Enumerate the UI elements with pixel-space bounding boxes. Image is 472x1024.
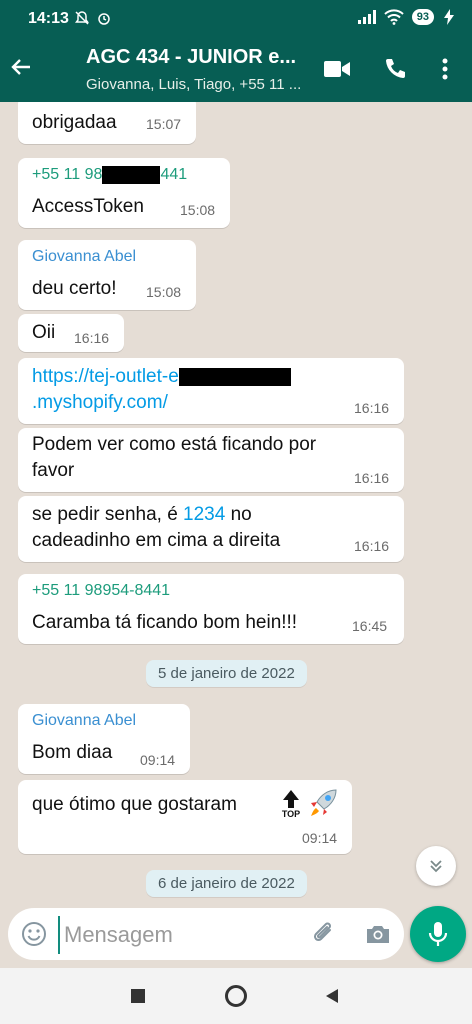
message-time: 09:14 [140,752,176,768]
phone-icon [386,59,405,78]
message-text: Oii [32,322,56,343]
emoji-icon [22,922,46,946]
status-bar: 14:13 93 [0,0,472,36]
alarm-icon [98,13,110,25]
wifi-icon [384,9,404,25]
message-text-line1: se pedir senha, é 1234 no [32,504,252,525]
redaction [178,367,291,386]
top-arrow-emoji: TOP [278,788,304,820]
message-link-continued[interactable]: .myshopify.com/ [32,390,168,416]
square-icon [131,989,145,1003]
message-time: 16:16 [74,330,110,346]
message-bubble[interactable]: Oii 16:16 [18,314,124,352]
message-time: 15:08 [146,284,182,300]
charging-icon [444,9,454,25]
redaction [102,166,161,184]
message-time: 09:14 [302,830,338,846]
emoji-button[interactable] [20,920,48,948]
circle-icon [225,985,247,1007]
voice-message-button[interactable] [410,906,466,962]
status-time: 14:13 [28,10,69,27]
message-bubble[interactable]: Giovanna Abel deu certo! 15:08 [18,240,196,310]
message-bubble[interactable]: https://tej-outlet-e .myshopify.com/ 16:… [18,358,404,424]
message-text-line1: Podem ver como está ficando por [32,434,317,455]
camera-icon [367,926,389,943]
voice-call-button[interactable] [380,54,410,84]
message-time: 16:16 [354,400,390,416]
dnd-off-icon [75,11,89,25]
message-text: AccessToken [32,196,144,217]
status-right-icons: 93 [357,9,456,25]
message-link[interactable]: https://tej-outlet-e [32,364,291,390]
top-emoji-label: TOP [281,809,301,819]
message-composer [8,908,404,960]
message-sender[interactable]: +55 11 98 441 [32,166,187,184]
message-text: Bom diaa [32,742,113,763]
date-separator: 5 de janeiro de 2022 [146,660,307,687]
camera-button[interactable] [364,920,392,948]
more-vert-icon [442,58,448,80]
arrow-left-icon [11,59,30,75]
battery-indicator: 93 [411,9,434,25]
home-button[interactable] [224,984,248,1008]
message-bubble[interactable]: Giovanna Abel Bom diaa 09:14 [18,704,190,774]
message-sender[interactable]: Giovanna Abel [32,248,136,266]
video-call-icon [324,61,350,77]
message-sender[interactable]: Giovanna Abel [32,712,136,730]
rocket-icon [311,789,337,816]
message-text: Caramba tá ficando bom hein!!! [32,612,298,633]
message-text-line2: favor [32,460,75,481]
message-bubble[interactable]: +55 11 98954-8441 Caramba tá ficando bom… [18,574,404,644]
chat-participants[interactable]: Giovanna, Luis, Tiago, +55 11 ... [86,76,301,93]
rocket-emoji [306,786,340,820]
message-sender[interactable]: +55 11 98954-8441 [32,582,170,600]
chat-header: AGC 434 - JUNIOR e... Giovanna, Luis, Ti… [0,36,472,102]
message-bubble[interactable]: se pedir senha, é 1234 no cadeadinho em … [18,496,404,562]
message-time: 16:45 [352,618,388,634]
paperclip-icon [313,922,331,942]
recent-apps-button[interactable] [126,984,150,1008]
status-left-icons [74,10,112,26]
message-bubble[interactable]: Podem ver como está ficando por favor 16… [18,428,404,492]
system-navigation-bar [0,968,472,1024]
attach-button[interactable] [310,920,338,948]
message-time: 15:07 [146,116,182,132]
date-separator: 6 de janeiro de 2022 [146,870,307,897]
microphone-icon [428,922,448,946]
message-bubble[interactable]: obrigadaa 15:07 [18,102,196,144]
more-options-button[interactable] [430,54,460,84]
phone-number-link[interactable]: 1234 [183,504,225,525]
message-text: deu certo! [32,278,117,299]
message-input[interactable] [58,916,296,954]
message-time: 16:16 [354,538,390,554]
message-text: que ótimo que gostaram [32,794,237,815]
chat-title[interactable]: AGC 434 - JUNIOR e... [86,46,296,69]
message-bubble[interactable]: +55 11 98 441 AccessToken 15:08 [18,158,230,228]
video-call-button[interactable] [322,54,352,84]
message-time: 15:08 [180,202,216,218]
back-nav-button[interactable] [320,984,344,1008]
message-bubble[interactable]: que ótimo que gostaram TOP 09:14 [18,780,352,854]
message-time: 16:16 [354,470,390,486]
chevron-double-down-icon [430,860,442,873]
signal-icon [357,10,376,24]
scroll-to-bottom-button[interactable] [416,846,456,886]
message-text-line2: cadeadinho em cima a direita [32,530,281,551]
message-text: obrigadaa [32,112,117,133]
back-button[interactable] [6,52,36,82]
chat-area[interactable]: obrigadaa 15:07 +55 11 98 441 AccessToken… [0,102,472,968]
triangle-back-icon [326,989,338,1003]
